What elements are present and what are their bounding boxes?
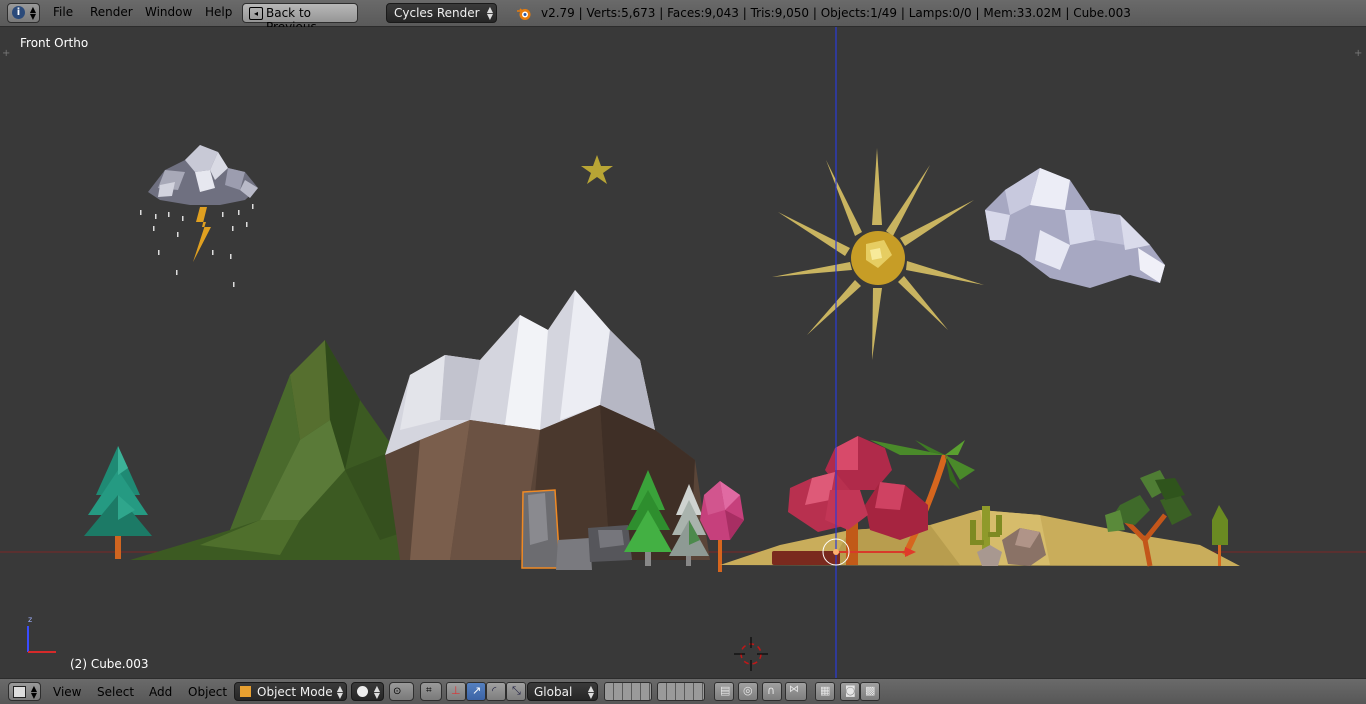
layers-icon: ▤: [720, 684, 731, 697]
star: [581, 155, 613, 184]
viewport-shading-select[interactable]: ▲ ▼: [351, 682, 384, 701]
manipulator-icon: ⌗: [426, 685, 432, 696]
back-arrow-icon: ◂: [249, 7, 263, 20]
dropdown-arrows-icon: ▲ ▼: [486, 5, 493, 21]
moon: [417, 163, 452, 212]
scene-stats: v2.79 | Verts:5,673 | Faces:9,043 | Tris…: [541, 6, 1131, 20]
pine-tree-teal: [84, 446, 152, 559]
active-object-label: (2) Cube.003: [70, 657, 149, 671]
render-animation-button[interactable]: ▩: [860, 682, 880, 701]
axis-indicator: [27, 626, 56, 653]
manipulator-toggle[interactable]: ⌗: [420, 682, 442, 701]
lock-layers-button[interactable]: ▤: [714, 682, 734, 701]
blender-logo-icon: [517, 8, 531, 20]
mode-label: Object Mode: [257, 685, 333, 699]
layer-grid-1[interactable]: [604, 682, 652, 701]
orientation-label: Global: [534, 685, 573, 699]
render-opengl-button[interactable]: ◙: [840, 682, 860, 701]
camera-icon: ◙: [845, 684, 856, 697]
snap-toggle-button[interactable]: ∩: [762, 682, 782, 701]
render-engine-label: Cycles Render: [394, 6, 480, 20]
clapper-icon: ▩: [865, 684, 876, 697]
menu-file[interactable]: File: [53, 5, 73, 19]
scale-icon: ⤡: [512, 684, 521, 697]
menu-select[interactable]: Select: [97, 685, 134, 699]
top-header: i ▲▼ File Render Window Help ◂ Back to P…: [0, 0, 1366, 34]
proportional-editing-button[interactable]: ◎: [738, 682, 758, 701]
axes-icon: ⊥: [451, 684, 461, 697]
menu-view[interactable]: View: [53, 685, 81, 699]
dropdown-arrows-icon: ▲ ▼: [29, 5, 36, 21]
solid-shading-icon: [357, 686, 368, 697]
info-icon: i: [12, 6, 25, 19]
scale-manipulator-button[interactable]: ⤡: [506, 682, 526, 701]
menu-render[interactable]: Render: [90, 5, 133, 19]
3d-cursor: [734, 637, 768, 671]
menu-add[interactable]: Add: [149, 685, 172, 699]
pivot-icon: ⊙: [393, 686, 402, 697]
render-engine-select[interactable]: Cycles Render ▲ ▼: [386, 3, 497, 23]
cube-icon: [13, 686, 26, 698]
mode-select[interactable]: Object Mode ▲ ▼: [234, 682, 347, 701]
axis-z-label: z: [28, 615, 33, 624]
scene-canvas[interactable]: [0, 27, 1366, 678]
transform-orientation-select[interactable]: Global ▲ ▼: [527, 682, 598, 701]
rotate-manipulator-button[interactable]: ◜: [486, 682, 506, 701]
rotate-arc-icon: ◜: [492, 684, 497, 697]
dropdown-arrows-icon: ▲ ▼: [587, 684, 594, 700]
move-manipulator-button[interactable]: ↗: [466, 682, 486, 701]
dropdown-arrows-icon: ▲ ▼: [373, 684, 380, 700]
move-arrow-icon: ↗: [472, 684, 482, 697]
editor-type-info-button[interactable]: i ▲ ▼: [7, 3, 40, 23]
dropdown-arrows-icon: ▲ ▼: [336, 684, 343, 700]
translate-manipulator-button[interactable]: ⊥: [446, 682, 466, 701]
snap-target-icon: ▦: [820, 684, 831, 697]
menu-window[interactable]: Window: [145, 5, 192, 19]
snap-target-button[interactable]: ▦: [815, 682, 835, 701]
editor-type-3d-button[interactable]: ▲ ▼: [8, 682, 41, 701]
layer-grid-2[interactable]: [657, 682, 705, 701]
viewport-header: ▲ ▼ View Select Add Object Object Mode ▲ ▼…: [0, 678, 1366, 704]
storm-cloud: [140, 145, 258, 287]
menu-object[interactable]: Object: [188, 685, 227, 699]
menu-help[interactable]: Help: [205, 5, 232, 19]
pivot-point-select[interactable]: ⊙: [389, 682, 414, 701]
dropdown-arrows-icon: ▲ ▼: [30, 684, 37, 700]
object-mode-icon: [240, 686, 251, 697]
sun: [772, 148, 984, 360]
back-to-previous-button[interactable]: ◂ Back to Previous: [242, 3, 358, 34]
magnet-icon: ∩: [767, 684, 776, 697]
3d-viewport[interactable]: Front Ortho + + z (2) Cube.003: [0, 27, 1366, 678]
proportional-icon: ◎: [743, 684, 753, 697]
snap-element-select[interactable]: ⋈: [785, 682, 807, 701]
white-cloud: [985, 168, 1165, 288]
snap-increment-icon: ⋈: [789, 684, 799, 695]
